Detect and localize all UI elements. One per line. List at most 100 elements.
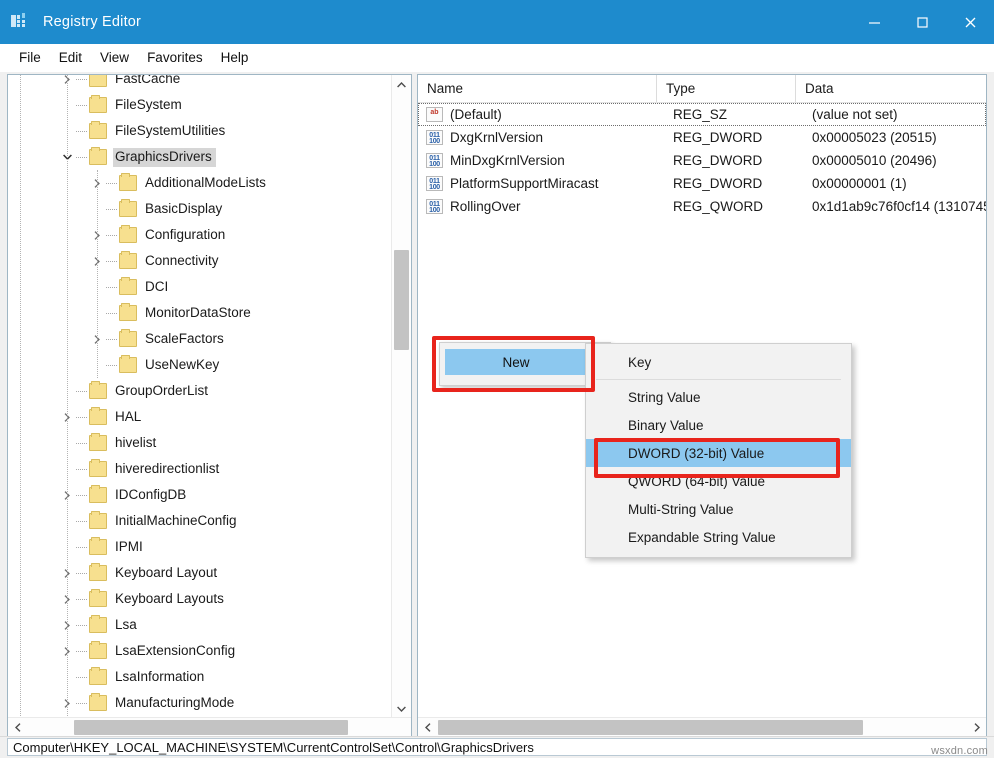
- tree-item-label: FastCache: [115, 75, 181, 86]
- tree-item-hiveredirectionlist[interactable]: hiveredirectionlist: [8, 456, 392, 482]
- menu-edit[interactable]: Edit: [50, 47, 91, 68]
- folder-icon: [89, 667, 107, 685]
- new-value-type-submenu[interactable]: Key String Value Binary Value DWORD (32-bit…: [585, 343, 852, 558]
- tree-scroll-thumb[interactable]: [394, 250, 409, 350]
- folder-icon: [89, 433, 107, 451]
- tree-item-hivelist[interactable]: hivelist: [8, 430, 392, 456]
- tree-item-label: Lsa: [115, 616, 137, 632]
- context-menu-item-multi-string-value[interactable]: Multi-String Value: [586, 495, 851, 523]
- context-menu-item-binary-value[interactable]: Binary Value: [586, 411, 851, 439]
- context-menu-item-qword-64-bit-value[interactable]: QWORD (64-bit) Value: [586, 467, 851, 495]
- folder-icon: [89, 615, 107, 633]
- tree-item-fastcache[interactable]: FastCache: [8, 75, 392, 92]
- tree-item-label: FileSystemUtilities: [115, 122, 226, 138]
- value-name: PlatformSupportMiracast: [450, 176, 599, 191]
- tree-connector: [76, 560, 89, 586]
- value-type: REG_DWORD: [673, 130, 763, 145]
- maximize-icon: [916, 16, 928, 28]
- tree-connector: [76, 586, 89, 612]
- maximize-button[interactable]: [898, 0, 946, 44]
- menu-favorites[interactable]: Favorites: [138, 47, 212, 68]
- context-menu-item-label: Multi-String Value: [628, 501, 734, 517]
- context-menu-item-string-value[interactable]: String Value: [586, 383, 851, 411]
- value-type: REG_DWORD: [673, 176, 763, 191]
- tree-item-keyboard-layout[interactable]: Keyboard Layout: [8, 560, 392, 586]
- values-hscroll-thumb[interactable]: [438, 720, 863, 735]
- minimize-button[interactable]: [850, 0, 898, 44]
- chevron-down-icon[interactable]: [392, 699, 411, 718]
- tree-item-monitordatastore[interactable]: MonitorDataStore: [8, 300, 392, 326]
- tree-vertical-scrollbar[interactable]: [391, 75, 411, 718]
- tree-item-filesystemutilities[interactable]: FileSystemUtilities: [8, 118, 392, 144]
- chevron-left-icon[interactable]: [8, 718, 27, 737]
- column-header-data[interactable]: Data: [796, 75, 976, 102]
- values-horizontal-scrollbar[interactable]: [418, 717, 986, 737]
- tree-horizontal-scrollbar[interactable]: [8, 717, 411, 737]
- menu-help[interactable]: Help: [212, 47, 258, 68]
- tree-item-graphicsdrivers[interactable]: GraphicsDrivers: [8, 144, 392, 170]
- tree-item-label: UseNewKey: [145, 356, 220, 372]
- tree-item-additionalmodelists[interactable]: AdditionalModeLists: [8, 170, 392, 196]
- value-data: 0x1d1ab9c76f0cf14 (1310745: [812, 199, 986, 214]
- chevron-right-icon[interactable]: [967, 718, 986, 737]
- tree-guide-line: [67, 75, 68, 718]
- tree-item-manufacturingmode[interactable]: ManufacturingMode: [8, 690, 392, 716]
- window-title: Registry Editor: [43, 14, 142, 30]
- value-row[interactable]: 011 100 MinDxgKrnlVersion REG_DWORD 0x000050…: [418, 149, 986, 172]
- tree-item-label: hiveredirectionlist: [115, 460, 220, 476]
- tree-item-scalefactors[interactable]: ScaleFactors: [8, 326, 392, 352]
- column-header-type[interactable]: Type: [657, 75, 796, 102]
- new-label: New: [502, 354, 530, 370]
- tree-connector: [76, 508, 89, 534]
- tree-item-keyboard-layouts[interactable]: Keyboard Layouts: [8, 586, 392, 612]
- tree-item-label: ScaleFactors: [145, 330, 224, 346]
- tree-item-label: Keyboard Layout: [115, 564, 218, 580]
- context-menu-item-key[interactable]: Key: [586, 348, 851, 376]
- tree-guide-line: [97, 170, 98, 378]
- tree-item-connectivity[interactable]: Connectivity: [8, 248, 392, 274]
- tree-item-filesystem[interactable]: FileSystem: [8, 92, 392, 118]
- tree-item-hal[interactable]: HAL: [8, 404, 392, 430]
- tree-item-idconfigdb[interactable]: IDConfigDB: [8, 482, 392, 508]
- value-row[interactable]: ab (Default) REG_SZ (value not set): [418, 103, 986, 126]
- tree-item-dci[interactable]: DCI: [8, 274, 392, 300]
- folder-icon: [119, 355, 137, 373]
- folder-icon: [89, 511, 107, 529]
- context-menu-item-expandable-string-value[interactable]: Expandable String Value: [586, 523, 851, 551]
- status-path: Computer\HKEY_LOCAL_MACHINE\SYSTEM\Curre…: [7, 738, 987, 756]
- folder-icon: [89, 485, 107, 503]
- menu-view[interactable]: View: [91, 47, 138, 68]
- tree-item-configuration[interactable]: Configuration: [8, 222, 392, 248]
- tree-item-ipmi[interactable]: IPMI: [8, 534, 392, 560]
- folder-icon: [89, 407, 107, 425]
- value-data: 0x00000001 (1): [812, 176, 907, 191]
- value-row[interactable]: 011 100 PlatformSupportMiracast REG_DWORD 0x…: [418, 172, 986, 195]
- tree-item-initialmachineconfig[interactable]: InitialMachineConfig: [8, 508, 392, 534]
- tree-item-label: GroupOrderList: [115, 382, 209, 398]
- chevron-left-icon[interactable]: [418, 718, 437, 737]
- column-header-name[interactable]: Name: [418, 75, 657, 102]
- tree-item-basicdisplay[interactable]: BasicDisplay: [8, 196, 392, 222]
- menu-file[interactable]: File: [10, 47, 50, 68]
- close-button[interactable]: [946, 0, 994, 44]
- tree-connector: [76, 612, 89, 638]
- value-row[interactable]: 011 100 DxgKrnlVersion REG_DWORD 0x00005023 …: [418, 126, 986, 149]
- tree-item-lsainformation[interactable]: LsaInformation: [8, 664, 392, 690]
- tree-item-lsaextensionconfig[interactable]: LsaExtensionConfig: [8, 638, 392, 664]
- registry-tree[interactable]: FastCache FileSystem FileSystemUtilities Gr…: [8, 75, 392, 718]
- tree-hscroll-thumb[interactable]: [74, 720, 348, 735]
- binary-value-icon: 011 100: [426, 176, 443, 191]
- tree-item-usenewkey[interactable]: UseNewKey: [8, 352, 392, 378]
- tree-connector: [76, 75, 89, 92]
- value-row[interactable]: 011 100 RollingOver REG_QWORD 0x1d1ab9c76f0c…: [418, 195, 986, 218]
- watermark: wsxdn.com: [931, 745, 988, 757]
- tree-item-grouporderlist[interactable]: GroupOrderList: [8, 378, 392, 404]
- chevron-up-icon[interactable]: [392, 75, 411, 94]
- context-menu-item-new[interactable]: New: [445, 349, 605, 375]
- tree-item-lsa[interactable]: Lsa: [8, 612, 392, 638]
- context-menu-item-dword-32-bit-value[interactable]: DWORD (32-bit) Value: [586, 439, 851, 467]
